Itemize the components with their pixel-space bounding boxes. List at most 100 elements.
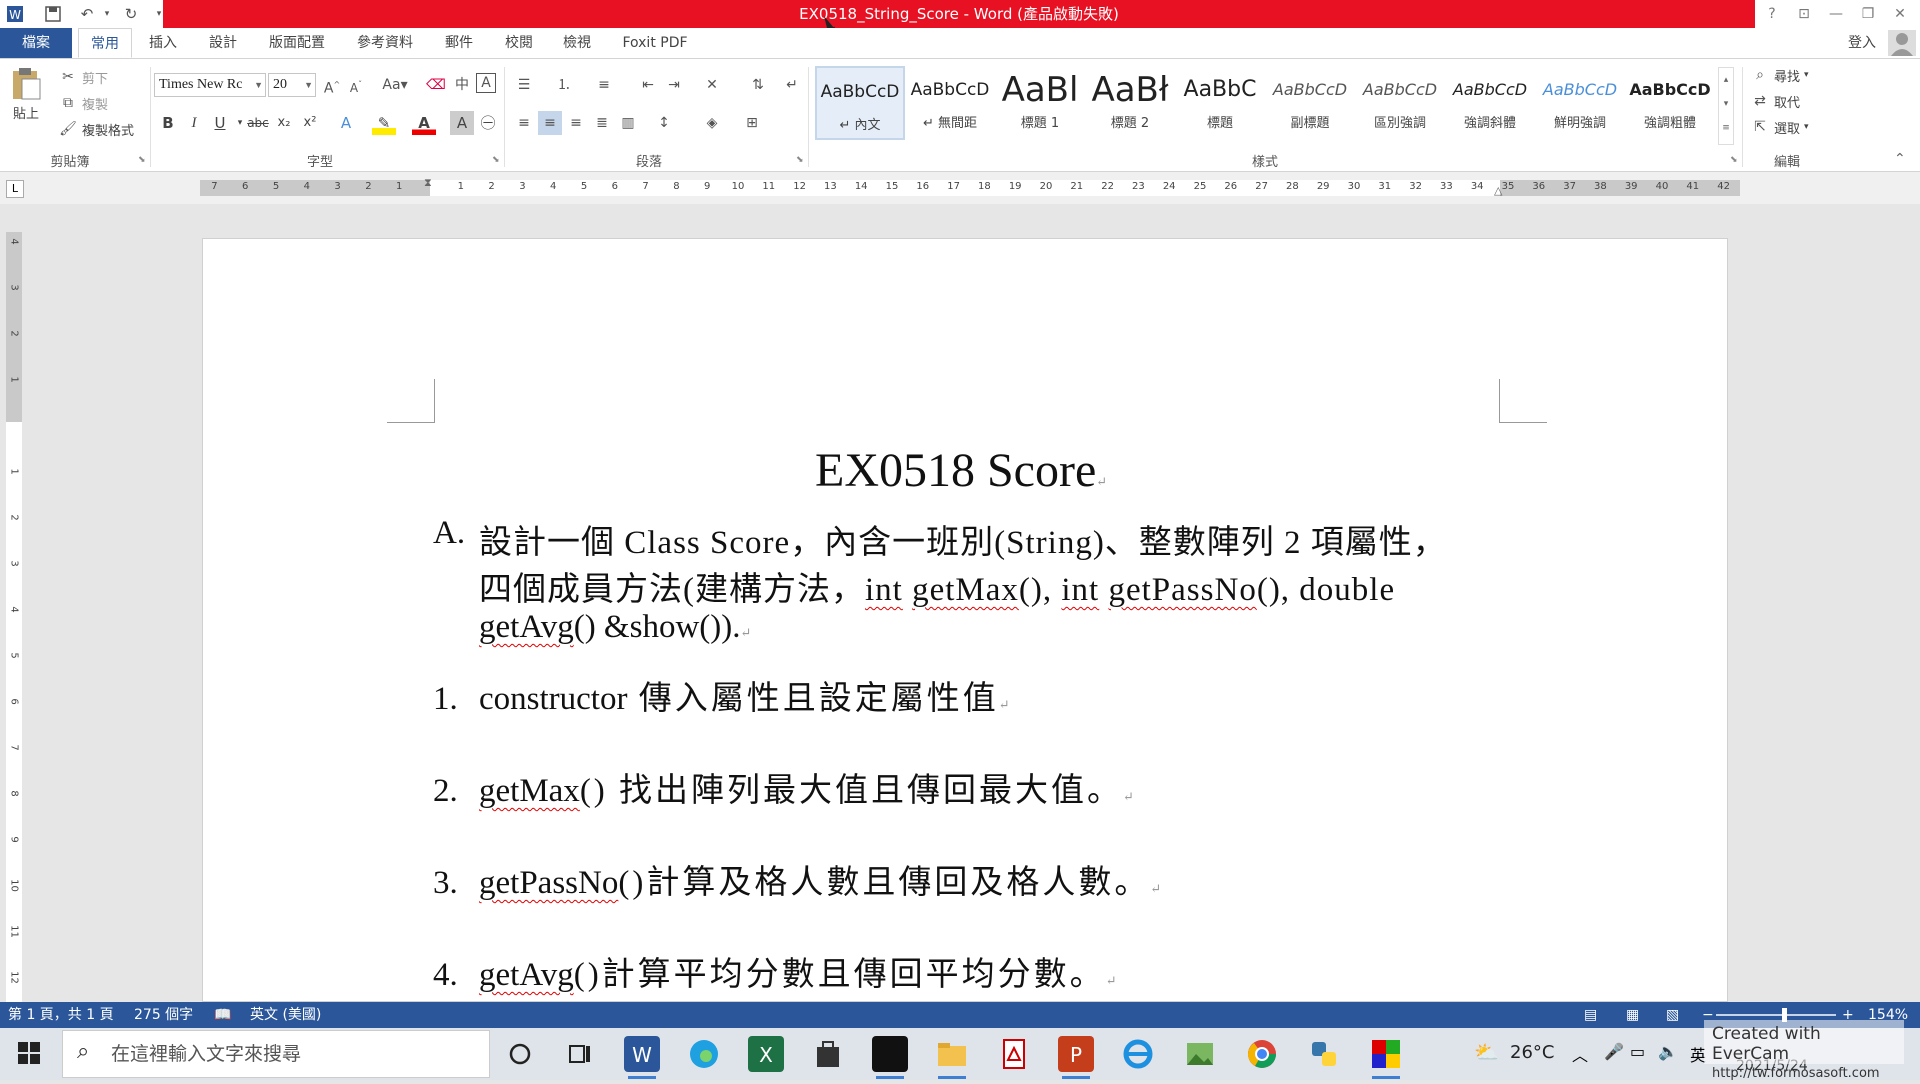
weather-icon[interactable]: ⛅ (1474, 1040, 1499, 1064)
enclose-characters-icon[interactable]: ㊀ (476, 111, 500, 135)
bold-button[interactable]: B (156, 111, 180, 135)
increase-indent-icon[interactable]: ⇥ (662, 73, 686, 97)
multilevel-list-icon[interactable]: ≡ (592, 73, 616, 97)
bullets-icon[interactable]: ☰ (512, 73, 536, 97)
strikethrough-button[interactable]: abc (246, 111, 270, 135)
style-subtitle[interactable]: AaBbCcD 副標題 (1265, 66, 1355, 140)
font-name-combo[interactable]: Times New Rc ▼ (154, 73, 266, 97)
clipboard-launcher-icon[interactable]: ⬊ (138, 155, 146, 165)
phonetic-guide-icon[interactable]: 中 (450, 73, 474, 97)
sign-in-link[interactable]: 登入 (1842, 28, 1882, 58)
minimize-button[interactable]: — (1820, 3, 1852, 25)
cortana-icon[interactable] (502, 1036, 538, 1072)
styles-scroll[interactable]: ▴ ▾ ≡ (1718, 67, 1734, 145)
replace-button[interactable]: ⇄ 取代 (1750, 91, 1800, 111)
cut-button[interactable]: ✂ 剪下 (58, 67, 108, 87)
read-mode-icon[interactable]: ▤ (1584, 1002, 1597, 1028)
font-color-icon[interactable]: A (412, 111, 436, 135)
shrink-font-icon[interactable]: Aˇ (344, 73, 368, 97)
temperature[interactable]: 26°C (1510, 1042, 1554, 1063)
align-right-icon[interactable]: ≡ (564, 111, 588, 135)
proofing-icon[interactable]: 📖 (214, 1002, 231, 1028)
change-case-icon[interactable]: Aa▾ (378, 73, 412, 97)
style-normal[interactable]: AaBbCcD ↵ 內文 (815, 66, 905, 140)
speaker-icon[interactable]: 🔈 (1658, 1042, 1678, 1061)
save-icon[interactable] (42, 3, 64, 25)
file-explorer-icon[interactable] (934, 1036, 970, 1079)
internet-explorer-icon[interactable] (1120, 1036, 1156, 1072)
terminal-icon[interactable] (872, 1036, 908, 1079)
undo-icon[interactable]: ↶ (76, 3, 98, 25)
avatar[interactable] (1888, 30, 1916, 56)
tab-references[interactable]: 參考資料 (350, 28, 420, 58)
list-item-3[interactable]: 3. getPassNo()計算及格人數且傳回及格人數。↵ (433, 855, 1161, 903)
battery-icon[interactable]: ▭ (1630, 1042, 1645, 1061)
evercam-icon[interactable] (1368, 1036, 1404, 1079)
show-marks-icon[interactable]: ↵ (780, 73, 804, 97)
word-taskbar-icon[interactable]: W (624, 1036, 660, 1079)
format-painter-button[interactable]: 🖌 複製格式 (58, 119, 134, 139)
paragraph-launcher-icon[interactable]: ⬊ (796, 155, 804, 165)
ribbon-display-button[interactable]: ⊡ (1788, 3, 1820, 25)
tab-mailings[interactable]: 郵件 (436, 28, 482, 58)
taskbar-search-box[interactable]: ⌕ 在這裡輸入文字來搜尋 (62, 1030, 490, 1078)
page-count[interactable]: 第 1 頁，共 1 頁 (8, 1002, 114, 1028)
document-title[interactable]: EX0518 Score↵ (815, 443, 1107, 498)
chevron-up-icon[interactable]: ︿ (1572, 1042, 1588, 1066)
excel-icon[interactable]: X (748, 1036, 784, 1072)
style-heading-1[interactable]: AaBl 標題 1 (995, 66, 1085, 140)
doc-item-a-line3[interactable]: getAvg() &show()).↵ (479, 609, 751, 646)
shading-icon[interactable]: ◈ (700, 111, 724, 135)
collapse-ribbon-icon[interactable]: ⌃ (1894, 151, 1906, 167)
style-heading-2[interactable]: AaBł 標題 2 (1085, 66, 1175, 140)
sort-icon[interactable]: ⇅ (746, 73, 770, 97)
redo-icon[interactable]: ↻ (120, 3, 142, 25)
close-button[interactable]: ✕ (1884, 3, 1916, 25)
python-icon[interactable] (1306, 1036, 1342, 1072)
character-border-icon[interactable]: A (476, 73, 496, 93)
document-page[interactable]: EX0518 Score↵ A. 設計一個 Class Score，內含一班別(… (202, 238, 1728, 1002)
print-layout-icon[interactable]: ▦ (1626, 1002, 1639, 1028)
asian-layout-icon[interactable]: ✕ (700, 73, 724, 97)
character-shading-icon[interactable]: A (450, 111, 474, 135)
tab-selector[interactable]: L (6, 180, 24, 198)
task-view-icon[interactable] (562, 1036, 598, 1072)
list-item-4[interactable]: 4. getAvg()計算平均分數且傳回平均分數。↵ (433, 947, 1117, 995)
font-size-combo[interactable]: 20 ▼ (268, 73, 316, 97)
help-button[interactable]: ? (1756, 3, 1788, 25)
numbering-icon[interactable]: ⒈ (552, 73, 576, 97)
select-button[interactable]: ⇱ 選取 ▾ (1750, 117, 1808, 137)
paste-button[interactable]: 貼上 (10, 67, 42, 122)
doc-item-a-line1[interactable]: 設計一個 Class Score，內含一班別(String)、整數陣列 2 項屬… (479, 515, 1447, 563)
tab-design[interactable]: 設計 (200, 28, 246, 58)
font-launcher-icon[interactable]: ⬊ (492, 155, 500, 165)
italic-button[interactable]: I (182, 111, 206, 135)
edge-icon[interactable] (686, 1036, 722, 1072)
tab-file[interactable]: 檔案 (0, 28, 72, 58)
tab-home[interactable]: 常用 (78, 28, 132, 58)
language[interactable]: 英文 (美國) (250, 1002, 321, 1028)
style-subtle-emphasis[interactable]: AaBbCcD 區別強調 (1355, 66, 1445, 140)
styles-launcher-icon[interactable]: ⬊ (1730, 155, 1738, 165)
text-effects-icon[interactable]: A (334, 111, 358, 135)
tab-view[interactable]: 檢視 (554, 28, 600, 58)
style-no-spacing[interactable]: AaBbCcD ↵ 無間距 (905, 66, 995, 140)
list-item-2[interactable]: 2. getMax() 找出陣列最大值且傳回最大值。↵ (433, 763, 1134, 811)
restore-button[interactable]: ❐ (1852, 3, 1884, 25)
indent-marker-icon[interactable]: ⧗ (424, 176, 432, 190)
justify-icon[interactable]: ≣ (590, 111, 614, 135)
doc-item-a-line2[interactable]: 四個成員方法(建構方法，int getMax(), int getPassNo(… (479, 562, 1395, 610)
find-button[interactable]: ⌕ 尋找 ▾ (1750, 65, 1808, 85)
zoom-slider[interactable] (1716, 1014, 1836, 1016)
distributed-icon[interactable]: ▥ (616, 111, 640, 135)
store-icon[interactable] (810, 1036, 846, 1072)
word-app-icon[interactable]: W (4, 3, 26, 25)
horizontal-ruler[interactable]: 7 6 5 4 3 2 1 1 2 3 4 5 6 7 8 9 10 11 12 13 14 15 16 17 18 19 20 21… (200, 176, 1740, 197)
tab-foxit-pdf[interactable]: Foxit PDF (614, 28, 696, 58)
tab-layout[interactable]: 版面配置 (262, 28, 332, 58)
microphone-icon[interactable]: 🎤 (1604, 1042, 1624, 1061)
style-title[interactable]: AaBbC 標題 (1175, 66, 1265, 140)
highlight-icon[interactable]: ✎ (372, 111, 396, 135)
grow-font-icon[interactable]: A^ (320, 73, 344, 97)
windows-start-icon[interactable] (18, 1042, 40, 1068)
